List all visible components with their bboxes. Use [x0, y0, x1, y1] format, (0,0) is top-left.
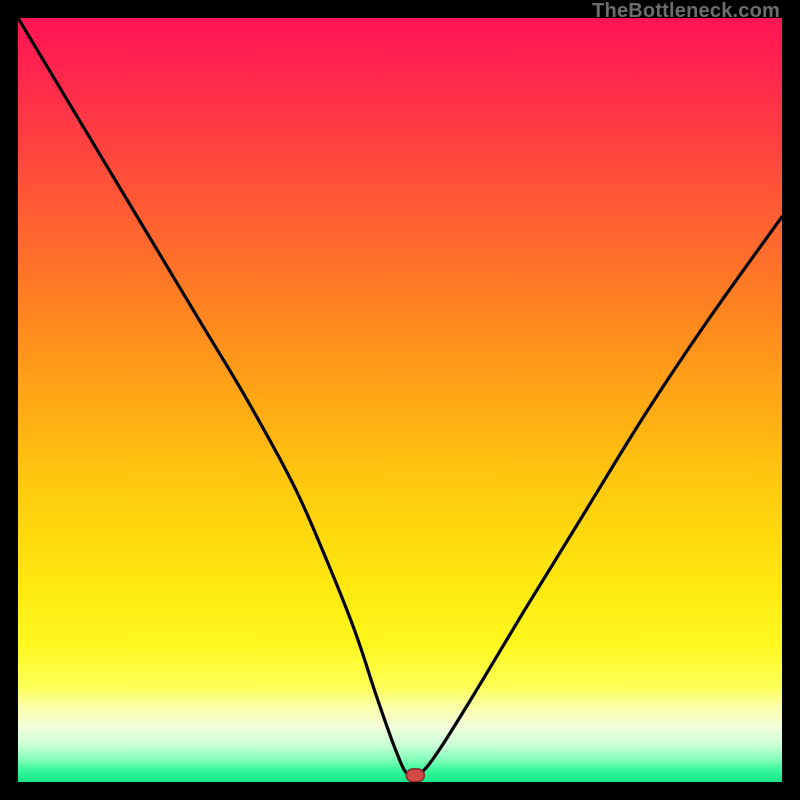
chart-svg [18, 18, 782, 782]
chart-frame: TheBottleneck.com [0, 0, 800, 800]
watermark-text: TheBottleneck.com [592, 0, 780, 23]
plot-area [18, 18, 782, 782]
optimal-point-marker [406, 769, 424, 782]
gradient-background [18, 18, 782, 782]
